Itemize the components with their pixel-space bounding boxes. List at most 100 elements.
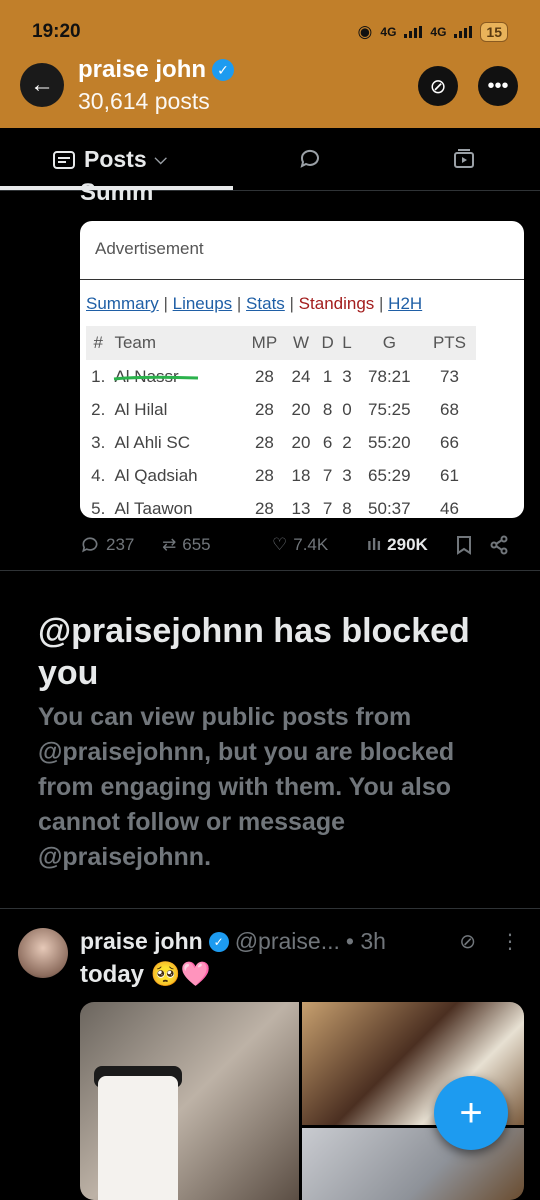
tab-media[interactable] bbox=[452, 147, 476, 176]
table-row: 5. Al Taawon 28 13 7 8 50:37 46 bbox=[86, 492, 476, 518]
cell-team: Al Taawon bbox=[114, 498, 193, 518]
previous-post-text: Summ bbox=[80, 182, 154, 204]
video-icon bbox=[454, 149, 474, 168]
like-count: 7.4K bbox=[293, 535, 329, 554]
share-button[interactable] bbox=[489, 535, 509, 555]
hotspot-icon: ◉ bbox=[357, 22, 373, 41]
post-action-bar: 237 ⇄ 655 ♡ 7.4K ılı 290K bbox=[80, 532, 520, 558]
repost-button[interactable]: ⇄ 655 bbox=[162, 535, 272, 555]
cell-l: 3 bbox=[342, 366, 352, 386]
more-vertical-icon[interactable]: ⋮ bbox=[500, 929, 520, 954]
cell-team: Al Qadsiah bbox=[114, 465, 198, 485]
h2h-link: H2H bbox=[388, 294, 423, 313]
divider bbox=[80, 279, 524, 280]
green-underline-mark bbox=[113, 375, 199, 381]
network-type-1: 4G bbox=[380, 25, 397, 39]
signal-icon bbox=[404, 26, 423, 38]
like-button[interactable]: ♡ 7.4K bbox=[272, 535, 367, 555]
tab-replies[interactable] bbox=[298, 147, 322, 176]
cell-g: 50:37 bbox=[368, 498, 411, 518]
cell-d: 6 bbox=[322, 432, 333, 452]
blocked-title: @praisejohnn has blocked you bbox=[38, 612, 470, 692]
more-options-button[interactable]: ••• bbox=[478, 66, 518, 106]
reply-button[interactable]: 237 bbox=[80, 535, 162, 555]
cell-pts: 66 bbox=[440, 432, 459, 452]
back-button[interactable]: ← bbox=[20, 63, 64, 107]
cell-w: 18 bbox=[291, 465, 311, 485]
col-pts: PTS bbox=[422, 326, 476, 360]
table-row: 3. Al Ahli SC 28 20 6 2 55:20 66 bbox=[86, 426, 476, 459]
cell-mp: 28 bbox=[254, 399, 274, 419]
signal-icon-2 bbox=[454, 26, 473, 38]
bookmark-button[interactable] bbox=[455, 535, 489, 555]
verified-badge-icon: ✓ bbox=[212, 59, 235, 81]
cell-mp: 28 bbox=[254, 432, 274, 452]
profile-header: 19:20 ◉ 4G 4G 15 ← praise john ✓ 30,614 … bbox=[0, 0, 540, 128]
reply-count: 237 bbox=[106, 535, 135, 554]
standings-image-card[interactable]: Advertisement Summary | Lineups | Stats … bbox=[80, 221, 524, 518]
share-icon bbox=[490, 535, 508, 555]
status-time: 19:20 bbox=[32, 21, 81, 42]
post-author-name[interactable]: praise john bbox=[80, 928, 203, 955]
grok-button[interactable]: ⊘ bbox=[418, 66, 458, 106]
divider bbox=[0, 908, 540, 909]
divider bbox=[0, 570, 540, 571]
cell-rank: 3. bbox=[91, 432, 106, 452]
cell-pts: 46 bbox=[440, 498, 459, 518]
grok-icon[interactable]: ⊘ bbox=[459, 929, 476, 954]
cell-g: 55:20 bbox=[368, 432, 411, 452]
lineups-link: Lineups bbox=[172, 294, 233, 313]
verified-badge-icon: ✓ bbox=[208, 931, 229, 952]
standings-nav-links: Summary | Lineups | Stats | Standings | … bbox=[86, 294, 423, 313]
plus-icon: + bbox=[459, 1090, 483, 1135]
table-header-row: # Team MP W D L G PTS bbox=[86, 326, 476, 360]
col-d: D bbox=[316, 326, 339, 360]
cell-g: 78:21 bbox=[368, 366, 411, 386]
col-w: W bbox=[285, 326, 317, 360]
cell-l: 2 bbox=[342, 432, 352, 452]
cell-l: 8 bbox=[342, 498, 352, 518]
coffee-cup bbox=[98, 1076, 178, 1200]
cell-l: 0 bbox=[342, 399, 352, 419]
profile-name-row: praise john ✓ bbox=[78, 56, 235, 84]
reply-icon bbox=[82, 537, 98, 553]
views-button[interactable]: ılı 290K bbox=[367, 535, 455, 555]
post-author-handle: @praise... bbox=[234, 928, 340, 954]
cell-mp: 28 bbox=[254, 465, 274, 485]
more-dots-icon: ••• bbox=[487, 74, 509, 97]
cell-pts: 68 bbox=[440, 399, 459, 419]
chevron-down-icon: ⌵ bbox=[154, 150, 167, 168]
cell-d: 8 bbox=[322, 399, 333, 419]
cell-w: 13 bbox=[291, 498, 311, 518]
col-g: G bbox=[355, 326, 423, 360]
post-photo-1[interactable] bbox=[80, 1002, 299, 1200]
cell-team: Al Ahli SC bbox=[114, 432, 191, 452]
compose-post-button[interactable]: + bbox=[434, 1076, 508, 1150]
col-rank: # bbox=[86, 326, 111, 360]
bookmark-icon bbox=[457, 536, 471, 555]
cell-pts: 73 bbox=[440, 366, 459, 386]
col-team: Team bbox=[110, 326, 244, 360]
views-icon: ılı bbox=[367, 535, 382, 554]
reply-bubble-icon bbox=[300, 149, 319, 168]
cell-w: 24 bbox=[291, 366, 311, 386]
cell-l: 3 bbox=[342, 465, 352, 485]
post-text: today 🥺🩷 bbox=[80, 961, 211, 988]
advertisement-label: Advertisement bbox=[95, 239, 204, 258]
cell-rank: 2. bbox=[91, 399, 106, 419]
cell-d: 7 bbox=[322, 498, 333, 518]
tab-posts[interactable]: Posts ⌵ bbox=[52, 146, 167, 173]
profile-name: praise john bbox=[78, 56, 207, 83]
summary-link: Summary bbox=[86, 294, 159, 313]
avatar[interactable] bbox=[18, 928, 68, 978]
cell-d: 1 bbox=[322, 366, 333, 386]
table-row: 4. Al Qadsiah 28 18 7 3 65:29 61 bbox=[86, 459, 476, 492]
col-l: L bbox=[338, 326, 356, 360]
repost-icon: ⇄ bbox=[162, 535, 177, 554]
cell-g: 75:25 bbox=[368, 399, 411, 419]
post-header: praise john ✓ @praise... • 3h ⊘ ⋮ bbox=[80, 928, 520, 955]
post-time: • 3h bbox=[345, 928, 386, 954]
grok-icon: ⊘ bbox=[429, 75, 447, 98]
status-icons: ◉ 4G 4G 15 bbox=[358, 22, 508, 42]
cell-rank: 1. bbox=[91, 366, 106, 386]
